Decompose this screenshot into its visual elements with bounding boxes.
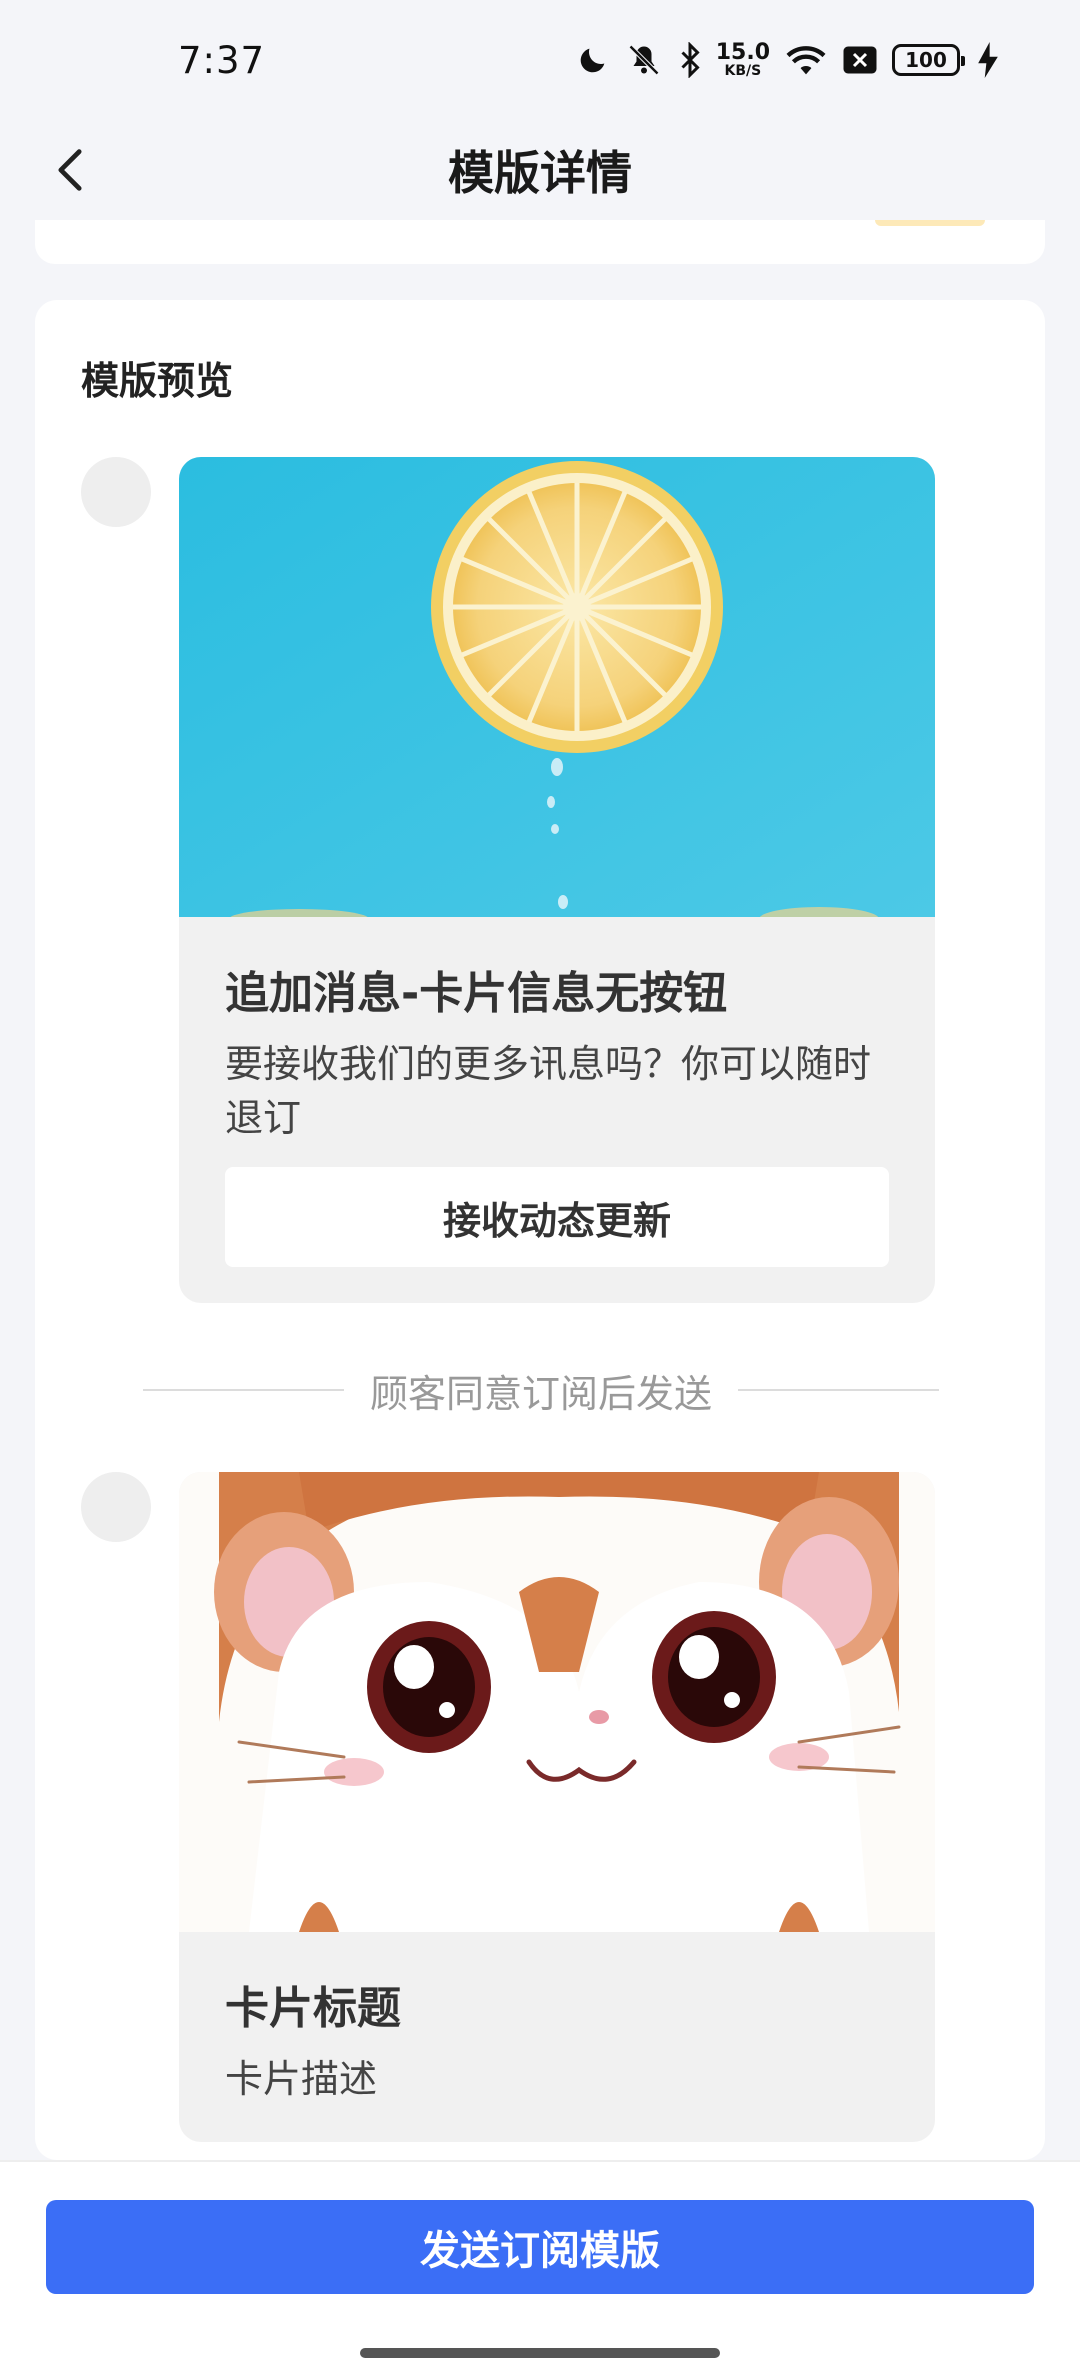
divider-text: 顾客同意订阅后发送 (370, 1371, 713, 1416)
sim-off-icon (842, 44, 878, 76)
mute-icon (624, 42, 664, 78)
wifi-icon (784, 42, 828, 78)
net-speed-unit: KB/S (724, 63, 762, 79)
moon-icon (576, 43, 610, 77)
message-title: 卡片标题 (225, 1983, 401, 2034)
message-description: 要接收我们的更多讯息吗？你可以随时退订 (225, 1042, 872, 1140)
divider-line (143, 1389, 344, 1391)
avatar (81, 1472, 151, 1542)
send-template-button[interactable]: 发送订阅模版 (46, 2200, 1034, 2294)
status-icons: 15.0 KB/S 100 (576, 42, 998, 78)
lemon-slice-image (179, 457, 935, 917)
previous-card (35, 220, 1045, 264)
message-card: 卡片标题 卡片描述 (179, 1472, 935, 2142)
status-bar: 7:37 15.0 KB/S 100 (0, 0, 1080, 120)
nav-bar: 模版详情 (0, 120, 1080, 220)
status-time: 7:37 (178, 38, 266, 82)
page-title: 模版详情 (448, 146, 632, 200)
avatar (81, 457, 151, 527)
hamster-image (179, 1472, 935, 1932)
previous-card-accent (875, 220, 985, 226)
charging-icon (978, 42, 998, 78)
bottom-action-bar: 发送订阅模版 (0, 2160, 1080, 2376)
message-title: 追加消息-卡片信息无按钮 (225, 968, 728, 1019)
home-indicator[interactable] (360, 2348, 720, 2358)
net-speed-value: 15.0 (715, 40, 770, 65)
battery-icon: 100 (892, 44, 965, 76)
template-preview-card: 模版预览 追加消息-卡片信息无按钮 要接收我们的更多讯息吗？你可以随时退订 接收… (35, 300, 1045, 2160)
net-speed: 15.0 KB/S (715, 40, 770, 79)
back-button[interactable] (40, 142, 100, 202)
message-card: 追加消息-卡片信息无按钮 要接收我们的更多讯息吗？你可以随时退订 接收动态更新 (179, 457, 935, 1303)
message-description: 卡片描述 (225, 2057, 378, 2101)
divider-line (738, 1389, 940, 1391)
receive-updates-button[interactable]: 接收动态更新 (225, 1167, 889, 1267)
bluetooth-icon (678, 42, 702, 78)
section-title: 模版预览 (81, 359, 234, 403)
divider: 顾客同意订阅后发送 (143, 1360, 940, 1420)
chevron-left-icon (55, 148, 85, 196)
